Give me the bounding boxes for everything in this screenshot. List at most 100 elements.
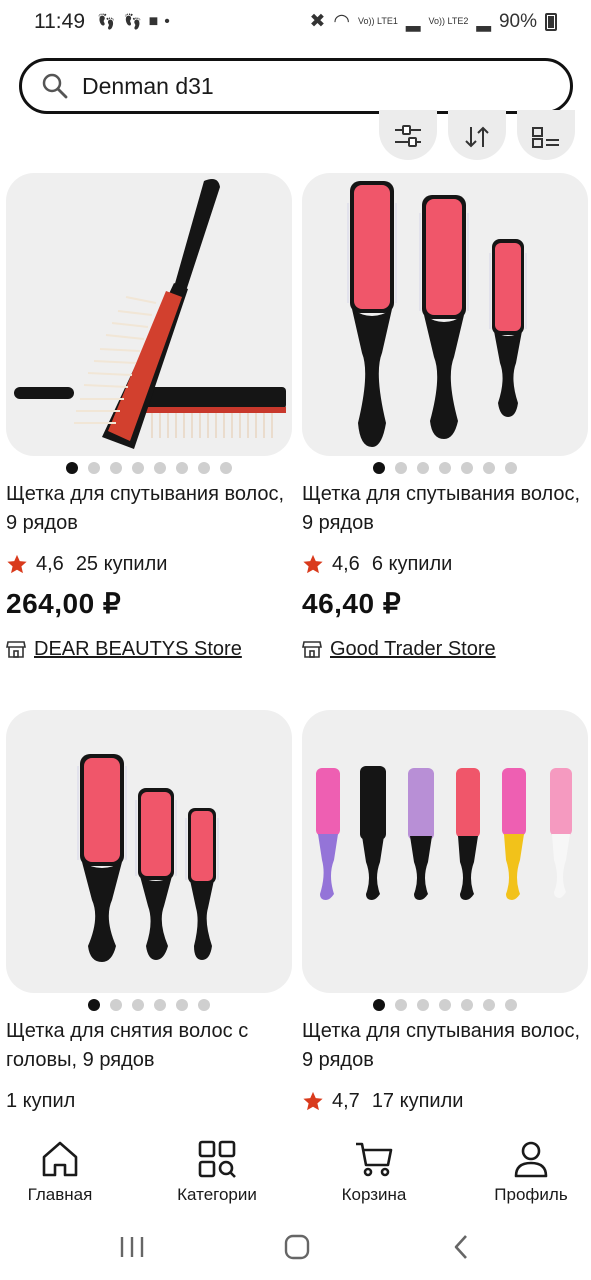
bought-count: 1 купил — [6, 1089, 76, 1112]
pagination-dot — [88, 999, 100, 1011]
product-image[interactable] — [302, 710, 588, 993]
recent-apps-icon[interactable] — [112, 1231, 152, 1263]
status-right: ✖ ◠ Vo)) LTE1 ▂ Vo)) LTE2 ▂ 90% — [309, 10, 557, 33]
image-pagination — [302, 462, 588, 476]
pagination-dot — [439, 462, 451, 474]
store-icon — [302, 641, 322, 658]
pagination-dot — [132, 462, 144, 474]
product-image[interactable] — [302, 173, 588, 456]
rating-row: 1 купил — [6, 1088, 75, 1114]
nav-cart-label: Корзина — [341, 1185, 407, 1204]
store-link[interactable]: DEAR BEAUTYS Store — [34, 638, 242, 661]
cart-icon — [356, 1142, 393, 1177]
store-row[interactable]: DEAR BEAUTYS Store — [6, 636, 242, 662]
store-icon — [6, 641, 26, 658]
bought-count: 25 купили — [75, 552, 168, 575]
nav-categories-label: Категории — [177, 1185, 257, 1204]
brush-image — [14, 179, 286, 449]
profile-icon — [514, 1141, 548, 1178]
pagination-dot — [395, 999, 407, 1011]
pagination-dot — [88, 462, 100, 474]
signal-icon: ▂ — [405, 11, 421, 32]
view-toggle-button[interactable] — [517, 110, 575, 160]
pagination-dot — [220, 462, 232, 474]
status-bar: 11:49 👣︎ 👣︎ ■ • ✖ ◠ Vo)) LTE1 ▂ Vo)) LTE… — [0, 0, 591, 44]
nav-cart[interactable]: Корзина — [309, 1139, 439, 1205]
pagination-dot — [417, 462, 429, 474]
product-image[interactable] — [6, 710, 292, 993]
store-row[interactable]: Good Trader Store — [302, 636, 496, 662]
pagination-dot — [505, 462, 517, 474]
rating-value: 4,6 — [332, 552, 360, 575]
star-icon — [303, 1091, 323, 1111]
image-pagination — [6, 999, 292, 1013]
wifi-icon: ◠ — [333, 11, 350, 32]
pagination-dot — [154, 999, 166, 1011]
pagination-dot — [461, 999, 473, 1011]
rating-value: 4,6 — [36, 552, 64, 575]
pagination-dot — [483, 462, 495, 474]
pagination-dot — [176, 462, 188, 474]
filter-button[interactable] — [379, 110, 437, 160]
product-title[interactable]: Щетка для снятия волос с головы, 9 рядов — [6, 1017, 296, 1075]
signal-icon: ▂ — [476, 11, 491, 32]
steps-icon: 👣︎ — [122, 14, 143, 31]
pagination-dot — [110, 462, 122, 474]
search-input[interactable] — [82, 71, 552, 101]
battery-percent: 90% — [498, 10, 537, 32]
pagination-dot — [176, 999, 188, 1011]
bottom-nav: Главная Категории Корзина Профиль — [0, 1125, 591, 1215]
list-view-icon — [532, 127, 559, 148]
bought-count: 17 купили — [371, 1089, 464, 1112]
pagination-dot — [110, 999, 122, 1011]
pagination-dot — [461, 462, 473, 474]
pagination-dot — [373, 462, 385, 474]
pagination-dot — [505, 999, 517, 1011]
pagination-dot — [198, 999, 210, 1011]
home-icon — [42, 1141, 78, 1177]
pagination-dot — [373, 999, 385, 1011]
status-time: 11:49 — [34, 10, 85, 33]
nav-profile-label: Профиль — [494, 1185, 568, 1204]
product-title[interactable]: Щетка для спутывания волос, 9 рядов — [302, 480, 591, 538]
star-icon — [303, 554, 323, 574]
product-price: 264,00 ₽ — [6, 588, 122, 619]
product-image[interactable] — [6, 173, 292, 456]
star-icon — [7, 554, 27, 574]
pagination-dot — [439, 999, 451, 1011]
rating-row: 4,6 6 купили — [302, 551, 452, 577]
search-bar[interactable] — [19, 58, 573, 114]
nav-home-label: Главная — [27, 1185, 93, 1204]
product-title[interactable]: Щетка для спутывания волос, 9 рядов — [302, 1017, 591, 1075]
chat-icon: ■ — [148, 13, 159, 30]
notification-icons: 👣︎ 👣︎ ■ • — [96, 12, 170, 32]
pagination-dot — [66, 462, 78, 474]
search-icon[interactable] — [42, 73, 68, 99]
categories-icon — [198, 1140, 236, 1178]
product-title[interactable]: Щетка для спутывания волос, 9 рядов — [6, 480, 296, 538]
sim1-indicator: Vo)) LTE1 — [358, 16, 398, 26]
home-button-icon[interactable] — [277, 1231, 317, 1263]
battery-icon — [545, 12, 557, 31]
nav-home[interactable]: Главная — [0, 1139, 125, 1205]
pagination-dot — [132, 999, 144, 1011]
dot-icon: • — [164, 13, 170, 30]
image-pagination — [6, 462, 292, 476]
product-price: 46,40 ₽ — [302, 588, 402, 619]
filter-icon — [395, 125, 421, 147]
bought-count: 6 купили — [371, 552, 453, 575]
pagination-dot — [417, 999, 429, 1011]
pagination-dot — [198, 462, 210, 474]
rating-row: 4,7 17 купили — [302, 1088, 463, 1114]
sim2-indicator: Vo)) LTE2 — [428, 16, 469, 26]
mute-icon: ✖ — [309, 11, 326, 32]
pagination-dot — [483, 999, 495, 1011]
store-link[interactable]: Good Trader Store — [330, 638, 496, 661]
back-icon[interactable] — [442, 1231, 482, 1263]
nav-categories[interactable]: Категории — [152, 1139, 282, 1205]
sort-button[interactable] — [448, 110, 506, 160]
nav-profile[interactable]: Профиль — [466, 1139, 591, 1205]
sort-icon — [465, 126, 489, 148]
steps-icon: 👣︎ — [96, 14, 117, 31]
brush-image — [316, 766, 572, 900]
